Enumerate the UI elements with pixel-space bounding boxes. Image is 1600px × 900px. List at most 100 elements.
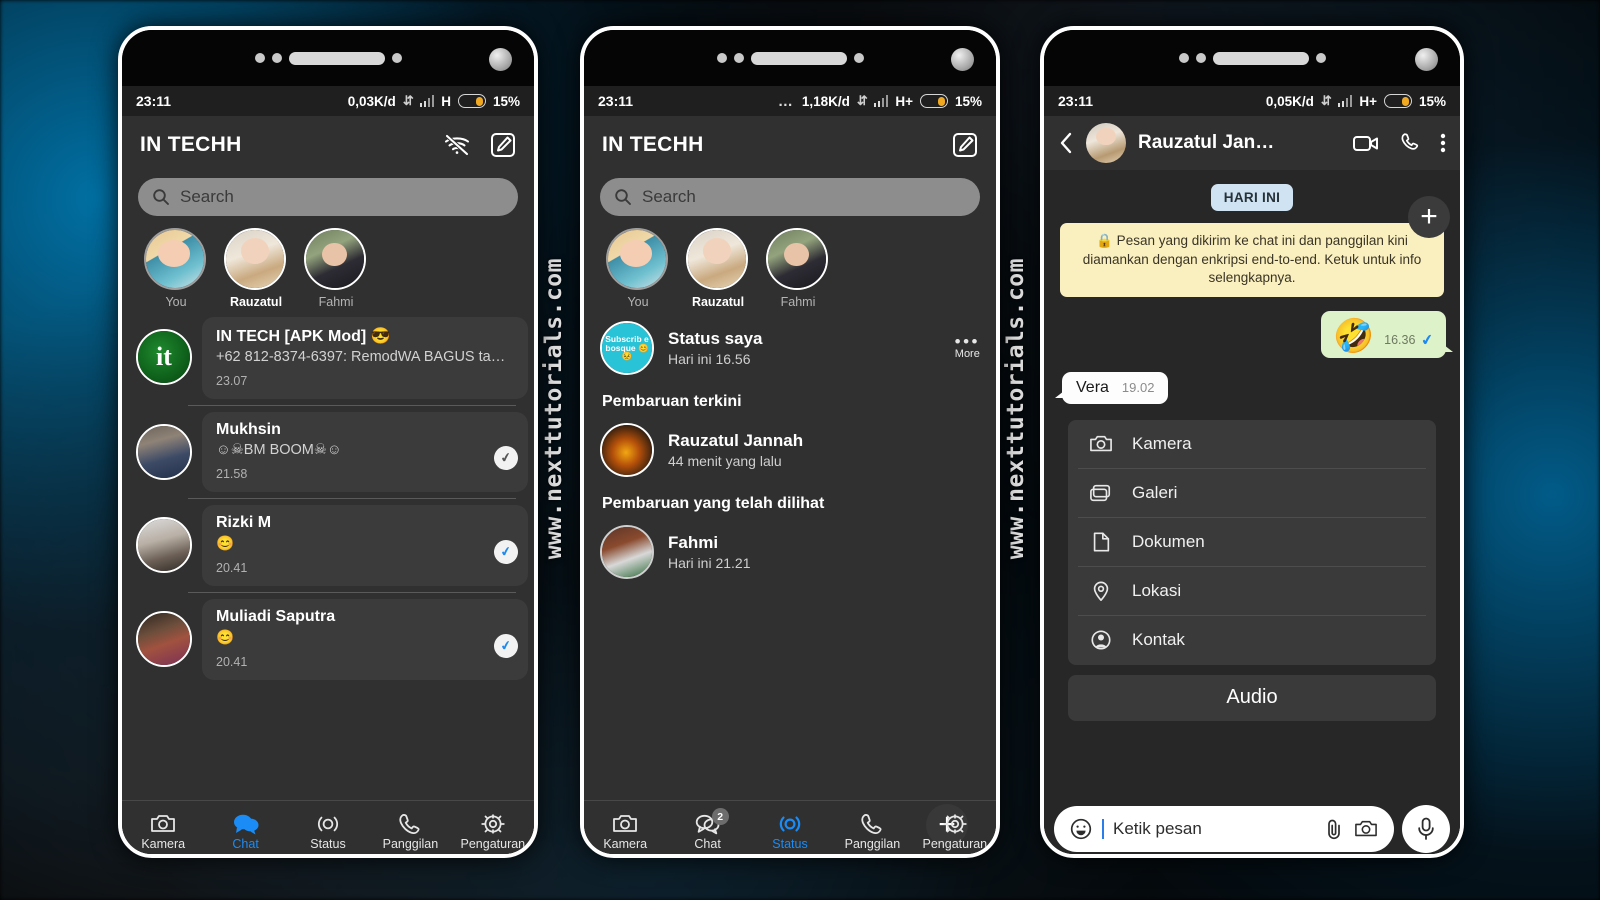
avatar [224, 228, 286, 290]
emoji-icon[interactable] [1069, 817, 1093, 841]
search-input[interactable]: Search [600, 178, 980, 216]
status-network-type: H [441, 93, 451, 109]
message-input[interactable]: Ketik pesan [1054, 806, 1394, 852]
more-button[interactable]: ••• More [955, 333, 980, 360]
sensor-dot [716, 53, 727, 63]
overflow-menu-icon[interactable] [1440, 131, 1446, 155]
chat-time: 23.07 [216, 374, 248, 388]
divider [188, 405, 516, 406]
chat-name: IN TECH [APK Mod] 😎 [216, 328, 391, 345]
microphone-button[interactable] [1402, 805, 1450, 853]
message-bubble-incoming[interactable]: Vera 19.02 [1054, 371, 1169, 404]
attachment-label: Dokumen [1132, 531, 1205, 551]
nav-label: Chat [694, 837, 721, 851]
table-row[interactable]: Muliadi Saputra 😊 20.41 ✔ [122, 599, 534, 680]
attachment-kamera[interactable]: Kamera [1078, 420, 1426, 469]
search-input[interactable]: Search [138, 178, 518, 216]
message-composer: Ketik pesan [1044, 796, 1460, 854]
my-status-row[interactable]: Subscrib e bosque 😊😣 Status saya Hari in… [584, 313, 996, 383]
encryption-notice[interactable]: 🔒 Pesan yang dikirim ke chat ini dan pan… [1060, 223, 1444, 297]
nav-item-panggilan[interactable]: Panggilan [831, 812, 913, 851]
nav-item-chat[interactable]: Chat [204, 812, 286, 851]
message-placeholder: Ketik pesan [1113, 819, 1202, 838]
nav-item-kamera[interactable]: Kamera [584, 812, 666, 851]
table-row[interactable]: it IN TECH [APK Mod] 😎 +62 812-8374-6397… [122, 317, 534, 399]
sensor-dot [271, 53, 282, 63]
story-item-fahmi[interactable]: Fahmi [766, 228, 830, 309]
search-area: Search [584, 174, 996, 226]
avatar [144, 228, 206, 290]
status-update-row[interactable]: Fahmi Hari ini 21.21 [584, 517, 996, 587]
wifi-off-icon[interactable] [444, 134, 470, 156]
avatar: Subscrib e bosque 😊😣 [600, 321, 654, 375]
nav-item-status[interactable]: Status [749, 812, 831, 851]
phone-conversation: 23:11 0,05K/d ⇵ H+ 15% Rauzatul Jan… + H… [1040, 26, 1464, 858]
table-row[interactable]: Rizki M 😊 20.41 ✔ [122, 505, 534, 586]
avatar [686, 228, 748, 290]
story-item-fahmi[interactable]: Fahmi [304, 228, 368, 309]
status-more-icon: … [777, 92, 795, 110]
attachment-dokumen[interactable]: Dokumen [1078, 518, 1426, 567]
status-time: Hari ini 21.21 [668, 555, 751, 571]
phone-call-icon[interactable] [1399, 132, 1421, 154]
story-label: You [165, 295, 187, 309]
avatar [600, 525, 654, 579]
chat-preview: +62 812-8374-6397: RemodWA BAGUS ta… [216, 349, 506, 365]
audio-button[interactable]: Audio [1068, 674, 1436, 721]
attachment-kontak[interactable]: Kontak [1078, 616, 1426, 665]
front-camera-icon [1415, 48, 1438, 71]
nav-item-pengaturan[interactable]: Pengaturan [914, 812, 996, 851]
status-battery-percent: 15% [492, 93, 520, 109]
nav-label: Status [772, 837, 808, 851]
sensor-dot [1315, 53, 1326, 63]
compose-icon[interactable] [952, 132, 978, 158]
attach-plus-button[interactable]: + [1408, 196, 1450, 238]
sensor-dot [853, 53, 864, 63]
video-call-icon[interactable] [1352, 133, 1380, 153]
attachment-label: Kontak [1132, 630, 1185, 650]
conversation-messages[interactable]: + HARI INI 🔒 Pesan yang dikirim ke chat … [1044, 170, 1460, 796]
signal-bars-icon [419, 95, 435, 107]
section-heading-viewed: Pembaruan yang telah dilihat [602, 495, 825, 512]
earpiece-speaker [1212, 51, 1309, 65]
nav-item-panggilan[interactable]: Panggilan [369, 812, 451, 851]
attachment-galeri[interactable]: Galeri [1078, 469, 1426, 518]
app-bar: IN TECHH [122, 116, 534, 174]
table-row[interactable]: Mukhsin ☺☠BM BOOM☠☺ 21.58 ✔ [122, 412, 534, 492]
status-name: Rauzatul Jannah [668, 431, 804, 450]
back-arrow-icon[interactable] [1058, 131, 1074, 155]
story-item-you[interactable]: You [606, 228, 670, 309]
sensor-dot [1195, 53, 1206, 63]
compose-icon[interactable] [490, 132, 516, 158]
nav-item-status[interactable]: Status [287, 812, 369, 851]
avatar [136, 611, 192, 667]
message-bubble-outgoing[interactable]: 🤣 16.36 ✔ [1321, 310, 1453, 358]
status-update-row[interactable]: Rauzatul Jannah 44 menit yang lalu [584, 415, 996, 485]
status-data-speed: 0,05K/d [1265, 93, 1314, 109]
app-bar: IN TECHH [584, 116, 996, 174]
chat-preview: ☺☠BM BOOM☠☺ [216, 442, 342, 458]
story-item-rauzatul[interactable]: Rauzatul [686, 228, 750, 309]
chat-list[interactable]: it IN TECH [APK Mod] 😎 +62 812-8374-6397… [122, 313, 534, 800]
story-label: Fahmi [780, 295, 816, 309]
status-bar: 23:11 … 1,18K/d ⇵ H+ 15% [584, 86, 996, 116]
nav-item-chat[interactable]: 2 Chat [666, 808, 748, 851]
divider [188, 592, 516, 593]
data-transfer-icon: ⇵ [1320, 93, 1332, 108]
story-item-you[interactable]: You [144, 228, 208, 309]
nav-item-pengaturan[interactable]: Pengaturan [452, 812, 534, 851]
chat-name: Muliadi Saputra [216, 608, 336, 625]
contact-icon [1088, 629, 1114, 651]
avatar[interactable] [1086, 123, 1126, 163]
nav-item-kamera[interactable]: Kamera [122, 812, 204, 851]
nav-label: Kamera [603, 837, 648, 851]
attachment-lokasi[interactable]: Lokasi [1078, 567, 1426, 616]
gallery-icon [1088, 482, 1114, 504]
front-camera-icon [951, 48, 974, 71]
paperclip-icon[interactable] [1324, 817, 1344, 841]
camera-icon[interactable] [1353, 818, 1379, 840]
avatar [304, 228, 366, 290]
status-data-speed: 0,03K/d [347, 93, 396, 109]
earpiece-speaker [288, 51, 385, 65]
story-item-rauzatul[interactable]: Rauzatul [224, 228, 288, 309]
